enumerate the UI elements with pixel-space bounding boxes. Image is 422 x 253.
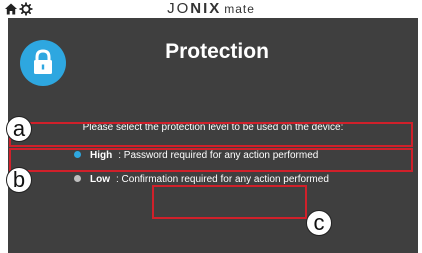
top-bar: JONIX mate bbox=[0, 0, 422, 18]
highlight-box-b bbox=[9, 148, 413, 172]
gear-icon[interactable] bbox=[19, 2, 33, 16]
callout-c: c bbox=[306, 210, 332, 236]
brand-part2: NIX bbox=[190, 0, 222, 17]
brand-part3: mate bbox=[224, 2, 255, 16]
callout-b: b bbox=[6, 167, 32, 193]
home-icon[interactable] bbox=[4, 2, 18, 16]
device-screen: JONIX mate Protection Please select the … bbox=[0, 0, 422, 253]
option-low-label: Low bbox=[90, 174, 110, 185]
page-title: Protection bbox=[165, 40, 269, 63]
brand-logo: JONIX mate bbox=[0, 0, 422, 18]
radio-unselected-icon[interactable] bbox=[74, 174, 81, 182]
highlight-box-c bbox=[152, 185, 307, 219]
callout-a: a bbox=[6, 116, 32, 142]
option-low-description: : Confirmation required for any action p… bbox=[116, 174, 329, 185]
brand-part1: JO bbox=[167, 0, 191, 17]
highlight-box-a bbox=[9, 122, 413, 147]
